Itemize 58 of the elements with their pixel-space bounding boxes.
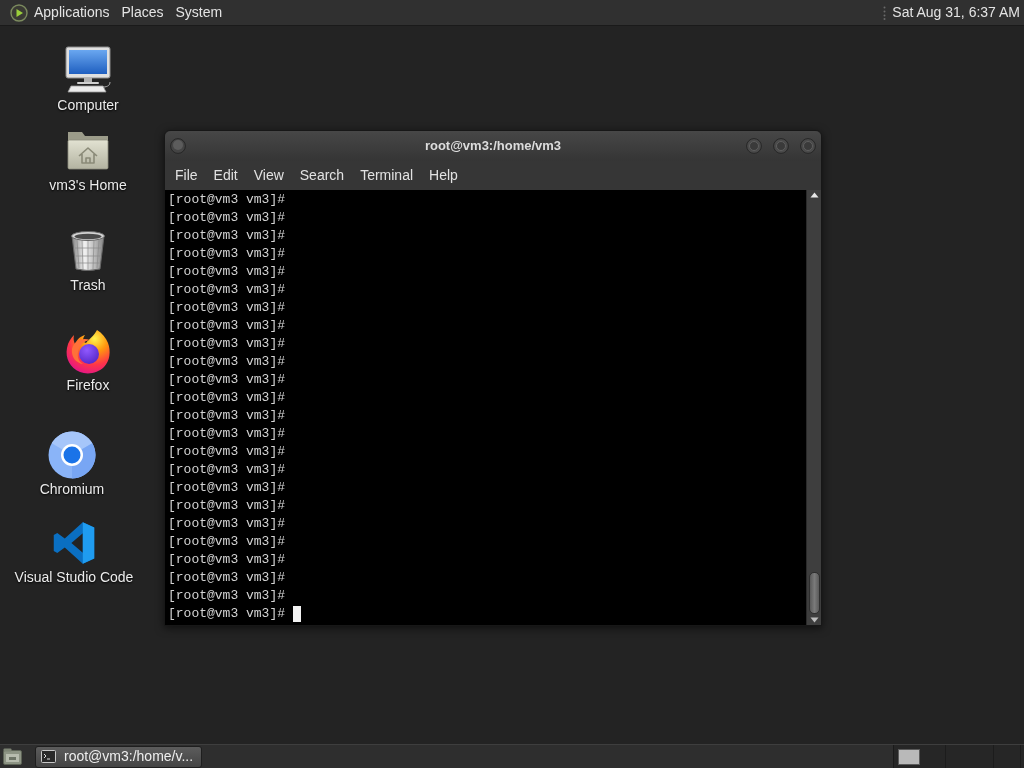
chromium-icon[interactable]	[48, 431, 96, 479]
terminal-line: [root@vm3 vm3]#	[168, 407, 286, 425]
terminal-line: [root@vm3 vm3]#	[168, 551, 286, 569]
terminal-line: [root@vm3 vm3]#	[168, 533, 286, 551]
terminal-line: [root@vm3 vm3]#	[168, 605, 286, 623]
icon-label[interactable]: Trash	[70, 277, 106, 293]
scrollbar-track[interactable]	[806, 190, 821, 625]
terminal-line: [root@vm3 vm3]#	[168, 209, 286, 227]
panel-menu[interactable]: Places	[115, 0, 170, 25]
grip-dots-icon	[883, 5, 887, 20]
icon-label[interactable]: Computer	[57, 97, 119, 113]
terminal-line: [root@vm3 vm3]#	[168, 461, 286, 479]
menu-item[interactable]: View	[245, 163, 292, 188]
terminal-line: [root@vm3 vm3]#	[168, 245, 286, 263]
menu-item[interactable]: Terminal	[352, 163, 422, 188]
window-title: root@vm3:/home/vm3	[424, 137, 562, 156]
terminal-line: [root@vm3 vm3]#	[168, 587, 286, 605]
terminal-line: [root@vm3 vm3]#	[168, 515, 286, 533]
terminal-line: [root@vm3 vm3]#	[168, 353, 286, 371]
icon-label[interactable]: Chromium	[39, 481, 105, 497]
terminal-line: [root@vm3 vm3]#	[168, 227, 286, 245]
terminal-line: [root@vm3 vm3]#	[168, 389, 286, 407]
scroll-down-arrow-icon[interactable]	[809, 617, 819, 623]
terminal-line: [root@vm3 vm3]#	[168, 263, 286, 281]
terminal-line: [root@vm3 vm3]#	[168, 335, 286, 353]
panel-menu[interactable]: System	[169, 0, 229, 25]
scrollbar-thumb[interactable]	[808, 572, 820, 614]
icon-label[interactable]: vm3's Home	[49, 177, 127, 193]
menu-item[interactable]: File	[167, 163, 206, 188]
home-folder-icon[interactable]	[66, 130, 110, 170]
terminal-line: [root@vm3 vm3]#	[168, 371, 286, 389]
terminal-line: [root@vm3 vm3]#	[168, 425, 286, 443]
terminal-icon	[41, 750, 56, 763]
firefox-icon[interactable]	[64, 327, 112, 375]
vscode-icon[interactable]	[52, 521, 96, 565]
computer-icon[interactable]	[64, 46, 112, 94]
terminal-line: [root@vm3 vm3]#	[168, 299, 286, 317]
menu-item[interactable]: Search	[291, 163, 353, 188]
panel-menu[interactable]: Applications	[28, 0, 116, 25]
terminal-line: [root@vm3 vm3]#	[168, 281, 286, 299]
scroll-up-arrow-icon[interactable]	[809, 192, 819, 198]
terminal-line: [root@vm3 vm3]#	[168, 191, 286, 209]
terminal-line: [root@vm3 vm3]#	[168, 497, 286, 515]
terminal-line: [root@vm3 vm3]#	[168, 569, 286, 587]
icon-label[interactable]: Visual Studio Code	[14, 569, 134, 585]
terminal-line: [root@vm3 vm3]#	[168, 317, 286, 335]
terminal-line: [root@vm3 vm3]#	[168, 479, 286, 497]
show-desktop-icon[interactable]	[3, 748, 22, 765]
mini-window-icon	[898, 748, 920, 765]
icon-label[interactable]: Firefox	[66, 377, 110, 393]
taskbar-task-button[interactable]: root@vm3:/home/v...	[35, 745, 202, 768]
workspace-switcher[interactable]	[893, 745, 1024, 768]
terminal-line: [root@vm3 vm3]#	[168, 443, 286, 461]
trash-icon[interactable]	[69, 230, 107, 272]
menu-item[interactable]: Help	[421, 163, 466, 188]
play-circle-icon[interactable]	[10, 3, 28, 22]
clock[interactable]: Sat Aug 31, 6:37 AM	[892, 2, 1024, 23]
menu-item[interactable]: Edit	[205, 163, 246, 188]
